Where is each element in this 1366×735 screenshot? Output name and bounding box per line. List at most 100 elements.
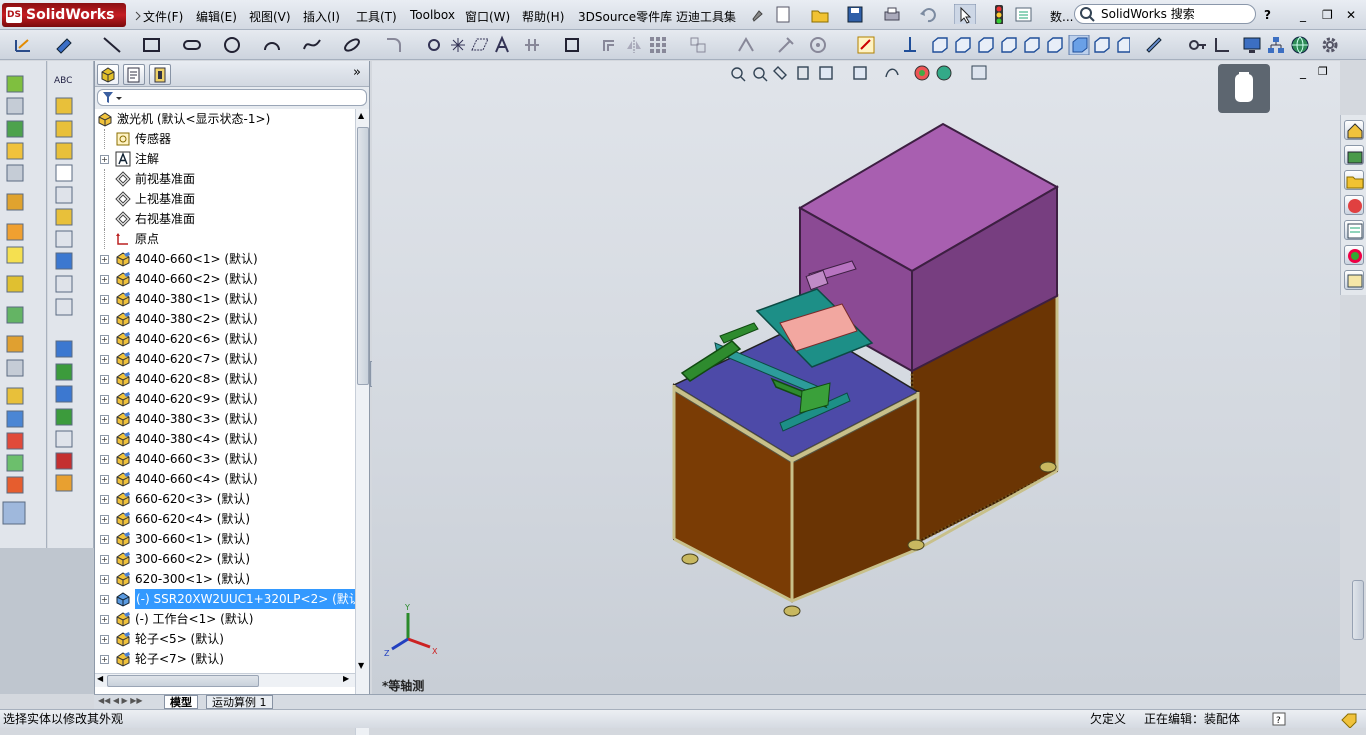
tree-scroll-thumb[interactable] xyxy=(357,127,369,385)
appearances-icon[interactable] xyxy=(1344,245,1364,265)
expand-toggle-icon[interactable]: + xyxy=(100,455,109,464)
tree-node[interactable]: +4040-660<4> (默认) xyxy=(95,469,355,489)
measure-icon[interactable] xyxy=(1144,35,1164,55)
solidworks-logo[interactable]: DS SolidWorks xyxy=(2,3,126,27)
tree-node[interactable]: + 轮子<7> (默认) xyxy=(95,649,355,669)
undo-icon[interactable] xyxy=(918,5,938,25)
restore-icon[interactable]: ❐ xyxy=(1322,8,1333,22)
tab-motion-study[interactable]: 运动算例 1 xyxy=(206,695,273,709)
rectangle-icon[interactable] xyxy=(142,36,162,54)
doc-restore-icon[interactable]: ❐ xyxy=(1318,65,1328,78)
expand-toggle-icon[interactable]: + xyxy=(100,595,109,604)
open-folder-icon[interactable] xyxy=(810,5,830,25)
menu-help[interactable]: 帮助(H) xyxy=(522,8,564,25)
expand-toggle-icon[interactable]: + xyxy=(100,315,109,324)
expand-toggle-icon[interactable]: + xyxy=(100,155,109,164)
menu-tools[interactable]: 工具(T) xyxy=(356,8,397,25)
tree-node[interactable]: +4040-620<6> (默认) xyxy=(95,329,355,349)
tree-node[interactable]: +4040-380<3> (默认) xyxy=(95,409,355,429)
custom-properties-icon[interactable] xyxy=(1344,270,1364,290)
pattern-icon[interactable] xyxy=(648,35,668,55)
tree-node[interactable]: +620-300<1> (默认) xyxy=(95,569,355,589)
scroll-down-icon[interactable]: ▼ xyxy=(358,661,364,670)
normal-to-icon[interactable] xyxy=(900,35,920,55)
more-label[interactable]: 数... xyxy=(1050,8,1073,25)
tab-model[interactable]: 模型 xyxy=(164,695,198,709)
globe-icon[interactable] xyxy=(1290,35,1310,55)
mirror-icon[interactable] xyxy=(624,35,644,55)
pin-icon[interactable] xyxy=(748,5,766,25)
expand-toggle-icon[interactable]: + xyxy=(100,515,109,524)
relations-icon[interactable] xyxy=(736,35,756,55)
sketch-icon[interactable] xyxy=(14,36,34,54)
tree-node[interactable]: +4040-380<2> (默认) xyxy=(95,309,355,329)
arc-icon[interactable] xyxy=(262,35,282,55)
tree-node[interactable]: 激光机 (默认<显示状态-1>) xyxy=(95,109,355,129)
tree-vertical-scrollbar[interactable]: ▲ ▼ xyxy=(355,109,369,735)
usb-device-button[interactable] xyxy=(1218,64,1270,113)
left-command-icons-2[interactable]: ABC xyxy=(48,61,94,541)
expand-toggle-icon[interactable]: + xyxy=(100,555,109,564)
menu-3dsource[interactable]: 3DSource零件库 xyxy=(578,8,672,25)
menu-file[interactable]: 文件(F) xyxy=(143,8,183,25)
expand-toggle-icon[interactable]: + xyxy=(100,495,109,504)
expand-toggle-icon[interactable]: + xyxy=(100,415,109,424)
save-icon[interactable] xyxy=(846,5,864,25)
display-icon[interactable] xyxy=(1242,35,1262,55)
expand-toggle-icon[interactable]: + xyxy=(100,535,109,544)
rebuild-traffic-icon[interactable] xyxy=(992,4,1006,24)
menu-window[interactable]: 窗口(W) xyxy=(465,8,510,25)
text-sketch-icon[interactable] xyxy=(492,35,512,55)
move-entities-icon[interactable] xyxy=(688,35,708,55)
tree-node[interactable]: +660-620<3> (默认) xyxy=(95,489,355,509)
options-list-icon[interactable] xyxy=(1014,5,1034,25)
view-palette-icon[interactable] xyxy=(1344,220,1364,240)
tab-feature-tree[interactable] xyxy=(97,64,119,85)
fillet-icon[interactable] xyxy=(384,35,404,55)
menu-maidi-tools[interactable]: 迈迪工具集 xyxy=(676,8,736,25)
tree-filter-input[interactable] xyxy=(97,89,367,106)
tree-node[interactable]: +4040-620<8> (默认) xyxy=(95,369,355,389)
expand-toggle-icon[interactable]: + xyxy=(100,355,109,364)
point-icon[interactable] xyxy=(424,35,444,55)
expand-toggle-icon[interactable]: + xyxy=(100,275,109,284)
tree-node[interactable]: +4040-380<1> (默认) xyxy=(95,289,355,309)
expand-toggle-icon[interactable]: + xyxy=(100,475,109,484)
viewport-scroll-handle[interactable] xyxy=(1352,580,1364,640)
left-command-icons[interactable] xyxy=(0,61,47,541)
scroll-left-icon[interactable]: ◀ xyxy=(97,674,103,683)
menu-toolbox[interactable]: Toolbox xyxy=(410,8,455,22)
tree-node[interactable]: 右视基准面 xyxy=(95,209,355,229)
spline-icon[interactable] xyxy=(302,35,322,55)
smart-dimension-icon[interactable] xyxy=(54,36,74,54)
assembly-model[interactable] xyxy=(372,61,1340,694)
expand-toggle-icon[interactable]: + xyxy=(100,395,109,404)
expand-toggle-icon[interactable]: + xyxy=(100,635,109,644)
rapid-sketch-icon[interactable] xyxy=(856,35,876,55)
home-icon[interactable] xyxy=(1344,120,1364,140)
tree-node[interactable]: +4040-620<9> (默认) xyxy=(95,389,355,409)
tree-node[interactable]: + (-) 工作台<1> (默认) xyxy=(95,609,355,629)
slot-icon[interactable] xyxy=(182,36,202,54)
expand-toggle-icon[interactable]: + xyxy=(100,375,109,384)
tab-configuration-manager[interactable] xyxy=(149,64,171,85)
tree-node[interactable]: +4040-660<3> (默认) xyxy=(95,449,355,469)
solidworks-search-input[interactable]: SolidWorks 搜索 xyxy=(1074,4,1256,24)
tree-node[interactable]: +4040-620<7> (默认) xyxy=(95,349,355,369)
tab-nav-arrows-icon[interactable]: ◀◀ ◀ ▶ ▶▶ xyxy=(98,696,143,705)
expand-toggle-icon[interactable]: + xyxy=(100,655,109,664)
scroll-right-icon[interactable]: ▶ xyxy=(343,674,349,683)
expand-panel-icon[interactable]: » xyxy=(353,65,361,80)
tree-node[interactable]: +300-660<2> (默认) xyxy=(95,549,355,569)
print-icon[interactable] xyxy=(882,5,902,25)
status-help-icon[interactable]: ? xyxy=(1272,712,1286,726)
tree-node[interactable]: +4040-660<2> (默认) xyxy=(95,269,355,289)
tree-node[interactable]: + (-) SSR20XW2UUC1+320LP<2> (默认< xyxy=(95,589,355,609)
tree-node[interactable]: + 轮子<5> (默认) xyxy=(95,629,355,649)
graphics-area[interactable]: Y X Z *等轴测 _ ❐ xyxy=(372,61,1340,694)
minimize-icon[interactable]: _ xyxy=(1300,8,1306,22)
expand-toggle-icon[interactable]: + xyxy=(100,255,109,264)
scroll-up-icon[interactable]: ▲ xyxy=(358,111,364,120)
tree-node[interactable]: +300-660<1> (默认) xyxy=(95,529,355,549)
repair-sketch-icon[interactable] xyxy=(776,35,796,55)
